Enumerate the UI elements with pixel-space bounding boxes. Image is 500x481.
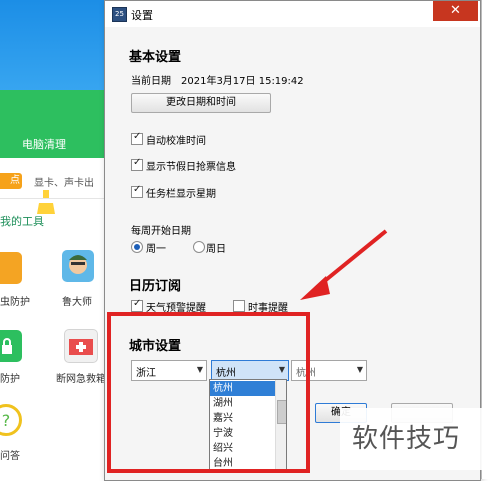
news-alert-checkbox[interactable]	[233, 300, 245, 312]
current-date-value: 2021年3月17日 15:19:42	[181, 76, 304, 87]
broom-icon	[37, 190, 55, 214]
week-start-sunday-radio[interactable]	[193, 241, 205, 253]
ludashi-icon[interactable]	[62, 250, 94, 282]
tool-label: 防护	[0, 374, 20, 385]
tool-label: 鲁大师	[62, 297, 92, 308]
highlight-box	[107, 312, 310, 473]
calendar-app-icon: 25	[112, 7, 127, 22]
auto-calibrate-label: 自动校准时间	[146, 136, 206, 147]
tool-label: 问答	[0, 451, 20, 462]
virus-protect-icon[interactable]	[0, 252, 22, 284]
background-header	[0, 0, 108, 90]
svg-text:?: ?	[2, 411, 11, 430]
tool-label: 断网急救箱	[56, 374, 106, 385]
holiday-ticket-checkbox[interactable]	[131, 157, 143, 171]
hot-badge: 点	[0, 173, 22, 189]
auto-calibrate-checkbox[interactable]	[131, 131, 143, 145]
week-start-monday-label: 周一	[146, 244, 166, 255]
week-start-label: 每周开始日期	[131, 226, 191, 237]
drivers-text: 显卡、声卡出	[34, 178, 94, 189]
current-date-label: 当前日期	[131, 76, 171, 87]
first-aid-kit-icon[interactable]	[64, 329, 98, 363]
subscription-title: 日历订阅	[129, 279, 182, 294]
taskbar-weekday-label: 任务栏显示星期	[146, 189, 216, 200]
tool-label: 虫防护	[0, 297, 30, 308]
dialog-title: 设置	[131, 9, 153, 22]
divider	[0, 198, 108, 199]
holiday-ticket-label: 显示节假日抢票信息	[146, 162, 236, 173]
annotation-arrow-icon	[300, 229, 388, 300]
title-bar[interactable]: 25 设置 ✕	[105, 1, 480, 27]
background-app: 电脑清理 点 显卡、声卡出 我的工具 虫防护 鲁大师 防护 断网急救箱 ? 问答	[0, 0, 108, 479]
chevron-down-icon: ▼	[356, 365, 363, 374]
watermark-text: 软件技巧	[352, 424, 461, 454]
basic-settings-title: 基本设置	[129, 50, 182, 65]
question-icon[interactable]: ?	[0, 404, 22, 436]
lock-protect-icon[interactable]	[0, 330, 22, 362]
change-datetime-button[interactable]: 更改日期和时间	[131, 93, 271, 113]
close-button[interactable]: ✕	[433, 1, 478, 21]
clean-label: 电脑清理	[22, 138, 66, 151]
taskbar-weekday-checkbox[interactable]	[131, 184, 143, 198]
week-start-monday-radio[interactable]	[131, 241, 143, 253]
week-start-sunday-label: 周日	[206, 244, 226, 255]
weather-alert-checkbox[interactable]	[131, 298, 143, 312]
tools-title: 我的工具	[0, 215, 44, 228]
